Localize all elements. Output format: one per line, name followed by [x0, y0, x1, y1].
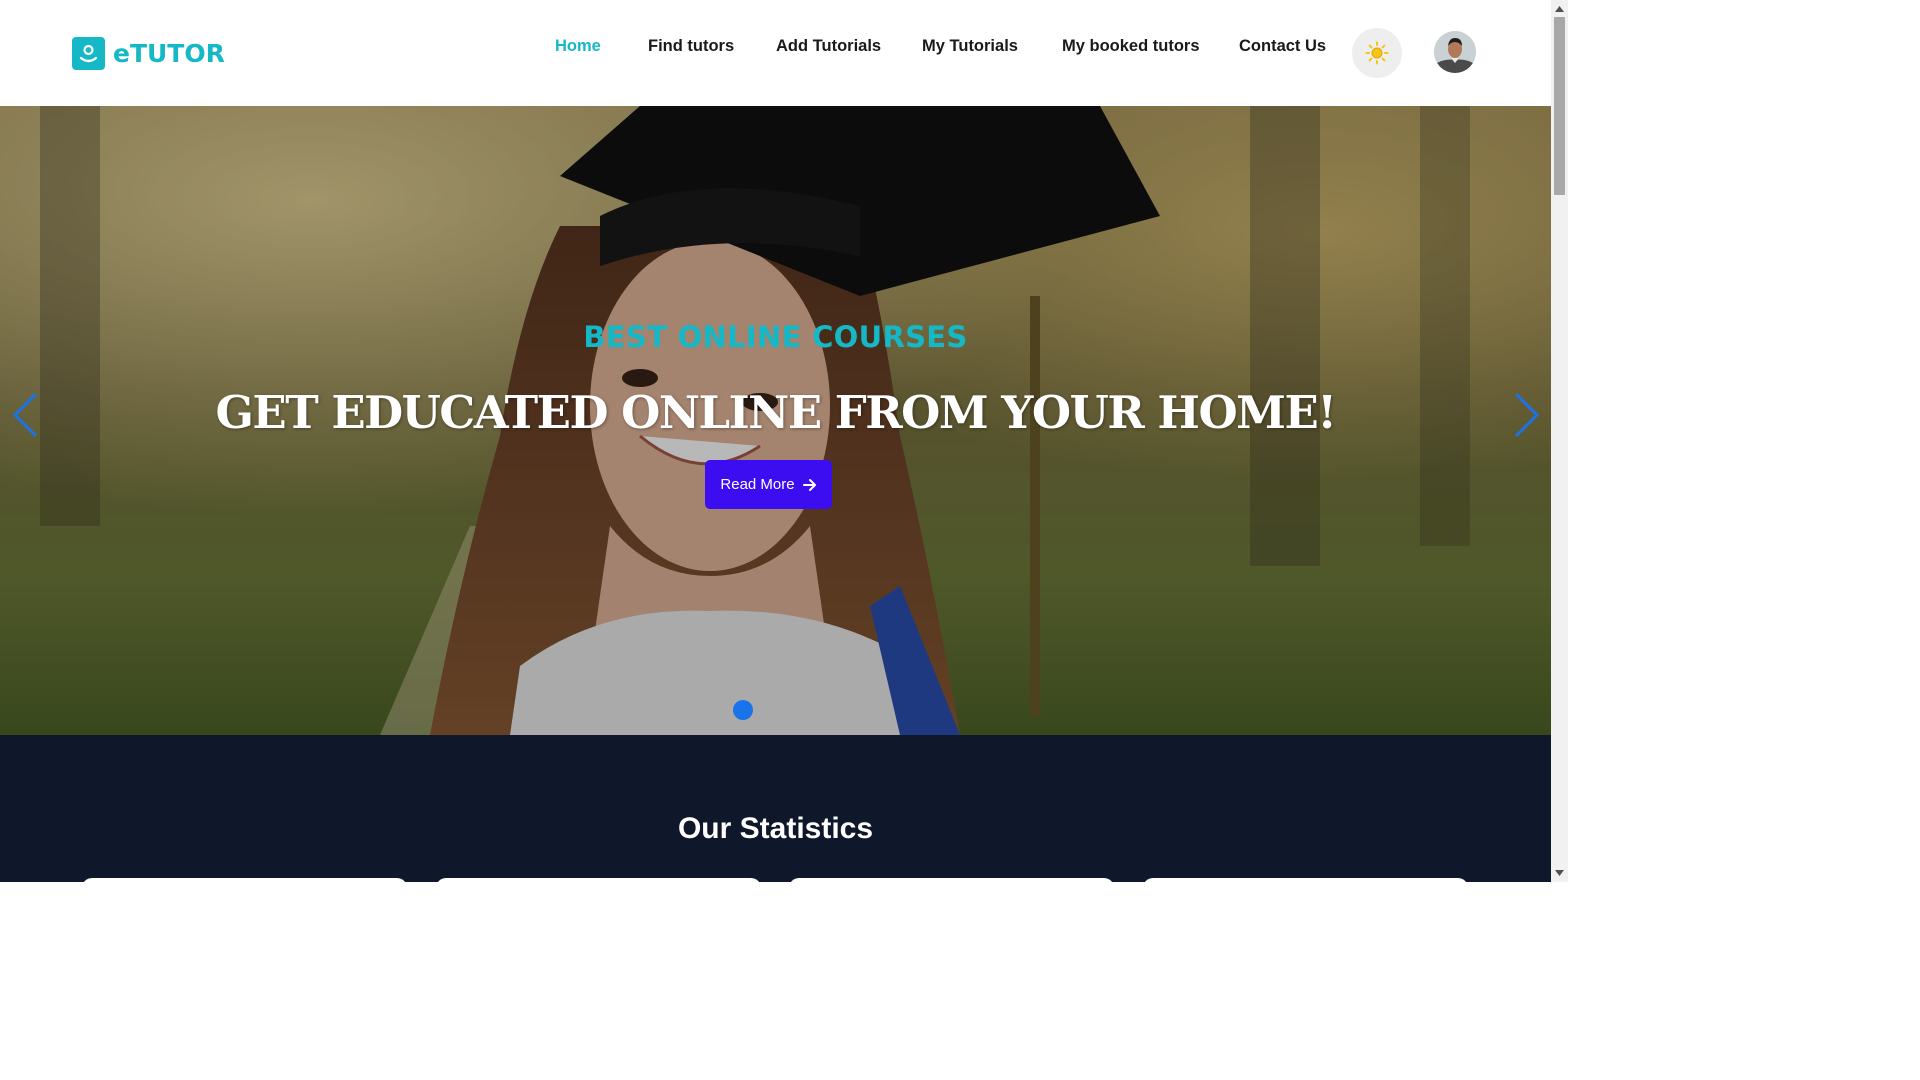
- sun-icon: [1365, 41, 1389, 65]
- stat-card: [789, 878, 1114, 882]
- scroll-up-icon[interactable]: [1555, 4, 1564, 13]
- page-scrollbar[interactable]: [1551, 0, 1568, 882]
- nav-my-tutorials[interactable]: My Tutorials: [922, 37, 1018, 56]
- carousel-indicator-dot[interactable]: [733, 700, 753, 720]
- arrow-right-icon: [802, 478, 816, 491]
- statistics-title: Our Statistics: [677, 812, 874, 845]
- page: eTUTOR Home Find tutors Add Tutorials My…: [0, 0, 1568, 882]
- navbar: eTUTOR Home Find tutors Add Tutorials My…: [0, 0, 1551, 106]
- brand-logo[interactable]: eTUTOR: [72, 37, 225, 70]
- stat-card: [1143, 878, 1468, 882]
- carousel-next-button[interactable]: [1512, 391, 1542, 439]
- nav-home[interactable]: Home: [555, 37, 601, 56]
- scroll-down-icon[interactable]: [1555, 868, 1564, 877]
- carousel-prev-button[interactable]: [10, 391, 40, 439]
- nav-add-tutorials[interactable]: Add Tutorials: [776, 37, 881, 56]
- read-more-label: Read More: [720, 476, 795, 493]
- statistics-section: Our Statistics: [0, 735, 1551, 882]
- stat-card: [82, 878, 407, 882]
- hero-subtitle: BEST ONLINE COURSES: [583, 320, 968, 354]
- nav-contact-us[interactable]: Contact Us: [1239, 37, 1326, 56]
- scrollbar-thumb[interactable]: [1554, 17, 1565, 195]
- read-more-button[interactable]: Read More: [705, 460, 832, 509]
- chevron-left-icon: [12, 392, 38, 438]
- hero-title: GET EDUCATED ONLINE FROM YOUR HOME!: [215, 386, 1337, 439]
- hero-carousel: BEST ONLINE COURSES GET EDUCATED ONLINE …: [0, 106, 1551, 735]
- user-avatar[interactable]: [1434, 31, 1476, 73]
- stat-card: [436, 878, 761, 882]
- user-badge-icon: [72, 37, 105, 70]
- chevron-right-icon: [1514, 392, 1540, 438]
- nav-find-tutors[interactable]: Find tutors: [648, 37, 734, 56]
- nav-my-booked-tutors[interactable]: My booked tutors: [1062, 37, 1200, 56]
- brand-name: eTUTOR: [113, 39, 225, 68]
- theme-toggle-button[interactable]: [1352, 28, 1402, 78]
